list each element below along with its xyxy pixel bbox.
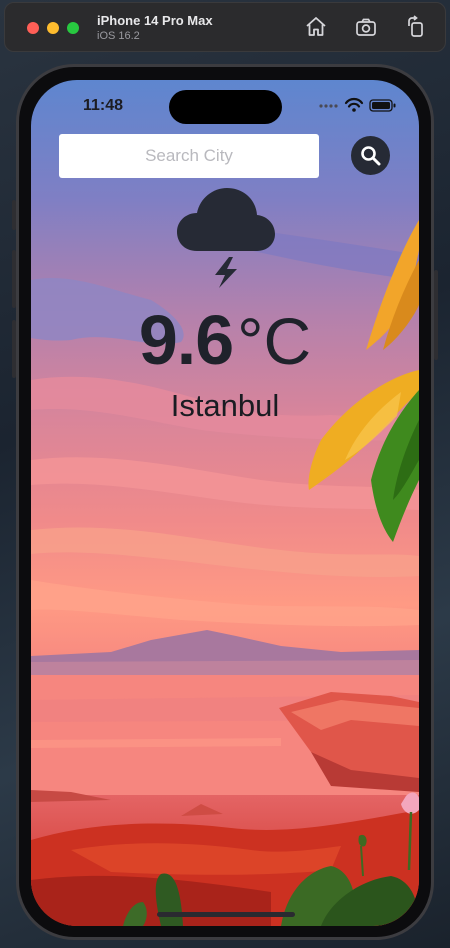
- volume-up-button: [12, 250, 16, 308]
- os-version: iOS 16.2: [97, 30, 140, 42]
- status-time: 11:48: [83, 97, 124, 114]
- battery-icon: [369, 99, 396, 112]
- home-icon[interactable]: [303, 14, 329, 40]
- search-city-input[interactable]: [59, 134, 319, 178]
- search-button[interactable]: [351, 136, 390, 175]
- volume-down-button: [12, 320, 16, 378]
- minimize-window-button[interactable]: [47, 22, 59, 34]
- wifi-icon: [344, 97, 364, 112]
- mute-switch: [12, 200, 16, 230]
- home-indicator[interactable]: [157, 912, 295, 917]
- zoom-window-button[interactable]: [67, 22, 79, 34]
- close-window-button[interactable]: [27, 22, 39, 34]
- simulator-title-bar: iPhone 14 Pro Max iOS 16.2: [4, 2, 446, 52]
- dynamic-island: [169, 90, 282, 124]
- temperature-unit: °C: [237, 304, 312, 378]
- device-name: iPhone 14 Pro Max: [97, 13, 213, 28]
- temperature-display: 9.6°C: [31, 300, 419, 380]
- rotate-icon[interactable]: [403, 14, 429, 40]
- status-icons: [317, 97, 397, 113]
- temperature-value: 9.6: [138, 301, 234, 379]
- thunder-cloud-icon: [177, 188, 275, 288]
- power-button: [434, 270, 438, 360]
- app-screen: 11:48 Search City 9.6°C Istanbul: [31, 80, 419, 926]
- city-name: Istanbul: [170, 388, 280, 423]
- screenshot-icon[interactable]: [353, 14, 379, 40]
- magnifier-icon: [361, 146, 381, 166]
- cellular-dots-icon: [319, 104, 338, 108]
